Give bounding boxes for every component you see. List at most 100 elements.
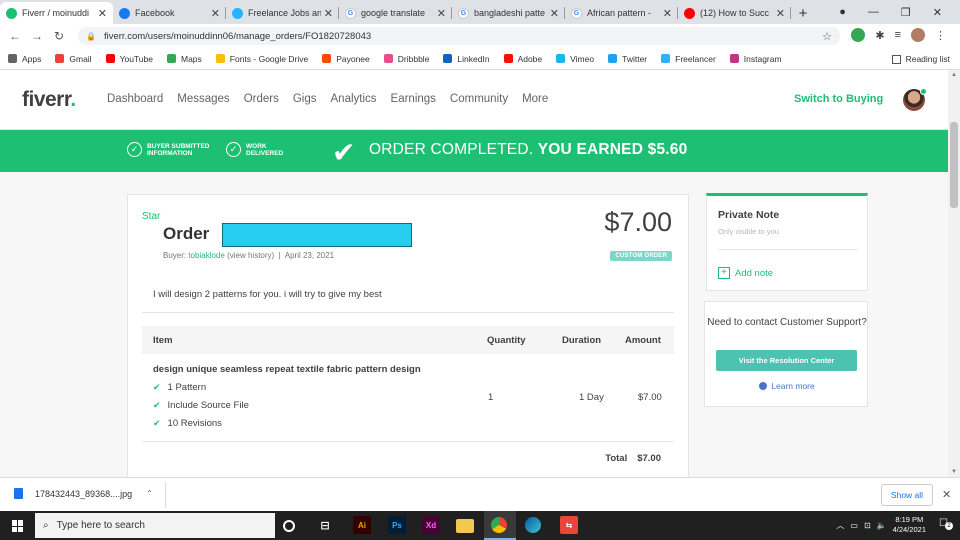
bookmark-item[interactable]: Freelancer xyxy=(661,54,716,64)
browser-tab[interactable]: Gbangladeshi patte ✕ xyxy=(452,2,565,24)
page-scrollbar[interactable]: ▲ ▼ xyxy=(948,70,960,477)
online-status-dot xyxy=(920,88,927,95)
nav-item-orders[interactable]: Orders xyxy=(244,93,279,105)
close-shelf-icon[interactable]: ✕ xyxy=(942,488,951,501)
nav-item-earnings[interactable]: Earnings xyxy=(391,93,436,105)
tray-chevron-icon[interactable]: ︿ xyxy=(836,520,844,531)
reload-icon[interactable]: ↻ xyxy=(48,29,70,43)
windows-start-icon[interactable] xyxy=(12,520,24,532)
browser-tab[interactable]: Ggoogle translate ✕ xyxy=(339,2,452,24)
clock[interactable]: 8:19 PM 4/24/2021 xyxy=(893,515,926,535)
show-all-button[interactable]: Show all xyxy=(881,484,933,506)
profile-menu-icon[interactable]: ● xyxy=(839,6,846,18)
volume-icon[interactable]: 🔈 xyxy=(877,521,887,530)
bookmark-item[interactable]: Twitter xyxy=(608,54,647,64)
add-note-button[interactable]: + Add note xyxy=(718,267,773,279)
nav-item-community[interactable]: Community xyxy=(450,93,508,105)
nav-item-more[interactable]: More xyxy=(522,93,548,105)
bookmark-icon xyxy=(503,54,513,63)
bookmarks-bar: Apps Gmail YouTube Maps Fonts - Google Drive… xyxy=(0,48,960,70)
scroll-down-icon[interactable]: ▼ xyxy=(951,469,957,475)
maximize-icon[interactable]: ❐ xyxy=(901,6,911,19)
bookmark-item[interactable]: Apps xyxy=(8,54,41,64)
bookmark-item[interactable]: Maps xyxy=(166,54,202,64)
chrome-icon[interactable] xyxy=(491,517,507,533)
browser-tab[interactable]: (12) How to Succ ✕ xyxy=(678,2,791,24)
photoshop-icon[interactable]: Ps xyxy=(388,516,406,534)
bookmark-item[interactable]: Vimeo xyxy=(556,54,594,64)
bookmark-item[interactable]: Dribbble xyxy=(383,54,429,64)
chevron-up-icon[interactable]: ⌃ xyxy=(146,489,153,498)
buyer-name-link[interactable]: tobiaklode xyxy=(188,251,224,260)
menu-kebab-icon[interactable]: ⋮ xyxy=(935,29,946,42)
cortana-icon[interactable] xyxy=(283,520,295,532)
battery-icon[interactable]: ▭ xyxy=(850,521,858,530)
close-tab-icon[interactable]: ✕ xyxy=(324,7,333,20)
resolution-center-button[interactable]: Visit the Resolution Center xyxy=(716,350,857,371)
lock-icon: 🔒 xyxy=(86,31,96,41)
close-tab-icon[interactable]: ✕ xyxy=(98,7,107,20)
col-item: Item xyxy=(153,335,173,346)
bookmark-label: Gmail xyxy=(69,53,92,64)
illustrator-icon[interactable]: Ai xyxy=(353,516,371,534)
taskbar-search[interactable]: ⌕ Type here to search xyxy=(35,513,275,538)
download-item[interactable]: 178432443_89368....jpg ⌃ xyxy=(14,488,153,499)
user-avatar[interactable] xyxy=(903,88,927,111)
media-icon[interactable]: ≡ xyxy=(895,29,901,41)
back-icon[interactable]: ← xyxy=(4,29,26,43)
xd-icon[interactable]: Xd xyxy=(422,516,440,534)
puzzle-icon[interactable]: ✱ xyxy=(875,29,884,42)
reading-list[interactable]: Reading list xyxy=(891,54,950,64)
switch-to-buying-link[interactable]: Switch to Buying xyxy=(794,93,883,105)
tab-strip: Fiverr / moinuddi ✕ Facebook ✕ Freelance Job… xyxy=(0,0,960,24)
address-bar[interactable]: 🔒 fiverr.com/users/moinuddinn06/manage_o… xyxy=(78,27,840,45)
star-label[interactable]: Star xyxy=(142,211,160,222)
total-label: Total xyxy=(605,453,628,464)
feature-label: Include Source File xyxy=(167,400,249,411)
nav-item-gigs[interactable]: Gigs xyxy=(293,93,317,105)
browser-tab[interactable]: G African pattern - ✕ xyxy=(565,2,678,24)
anydesk-icon[interactable]: ⇆ xyxy=(560,516,578,534)
edge-icon[interactable] xyxy=(525,517,541,533)
fiverr-logo[interactable]: fiverr. xyxy=(22,88,76,112)
bookmark-icon xyxy=(383,54,393,63)
bookmark-item[interactable]: Instagram xyxy=(729,54,782,64)
bookmark-item[interactable]: Adobe xyxy=(503,54,542,64)
new-tab-icon[interactable]: + xyxy=(791,2,815,24)
close-window-icon[interactable]: ✕ xyxy=(933,6,942,19)
close-tab-icon[interactable]: ✕ xyxy=(437,7,446,20)
fiverr-icon xyxy=(6,7,17,19)
close-tab-icon[interactable]: ✕ xyxy=(663,7,672,20)
learn-more-link[interactable]: Learn more xyxy=(705,381,869,391)
bookmark-item[interactable]: Fonts - Google Drive xyxy=(215,54,308,64)
bookmark-item[interactable]: Payonee xyxy=(322,54,370,64)
profile-avatar-icon[interactable] xyxy=(911,28,925,42)
browser-tab[interactable]: Freelance Jobs an ✕ xyxy=(226,2,339,24)
minimize-icon[interactable]: — xyxy=(868,6,879,18)
step1-label: BUYER SUBMITTED INFORMATION xyxy=(147,142,210,157)
file-explorer-icon[interactable] xyxy=(456,519,474,533)
download-filename: 178432443_89368....jpg xyxy=(35,488,133,499)
bookmark-item[interactable]: YouTube xyxy=(105,54,153,64)
task-view-icon[interactable]: ⊟ xyxy=(316,516,334,534)
bookmark-star-icon[interactable]: ☆ xyxy=(822,30,832,43)
nav-item-analytics[interactable]: Analytics xyxy=(331,93,377,105)
bookmark-item[interactable]: LinkedIn xyxy=(443,54,490,64)
bookmark-icon xyxy=(55,54,65,63)
close-tab-icon[interactable]: ✕ xyxy=(776,7,785,20)
bookmark-item[interactable]: Gmail xyxy=(55,53,92,64)
close-tab-icon[interactable]: ✕ xyxy=(550,7,559,20)
nav-item-messages[interactable]: Messages xyxy=(177,93,229,105)
browser-tab[interactable]: Fiverr / moinuddi ✕ xyxy=(0,2,113,24)
scroll-thumb[interactable] xyxy=(950,122,958,208)
nav-item-dashboard[interactable]: Dashboard xyxy=(107,93,163,105)
network-icon[interactable]: ⊡ xyxy=(864,521,871,530)
forward-icon[interactable]: → xyxy=(26,29,48,43)
notification-icon[interactable]: ☐ 2 xyxy=(939,518,953,530)
step2-label: WORK DELIVERED xyxy=(246,142,284,157)
close-tab-icon[interactable]: ✕ xyxy=(211,7,220,20)
grammarly-icon[interactable] xyxy=(851,28,866,42)
scroll-up-icon[interactable]: ▲ xyxy=(951,72,957,78)
browser-tab[interactable]: Facebook ✕ xyxy=(113,2,226,24)
view-history-link[interactable]: (view history) xyxy=(227,251,274,260)
